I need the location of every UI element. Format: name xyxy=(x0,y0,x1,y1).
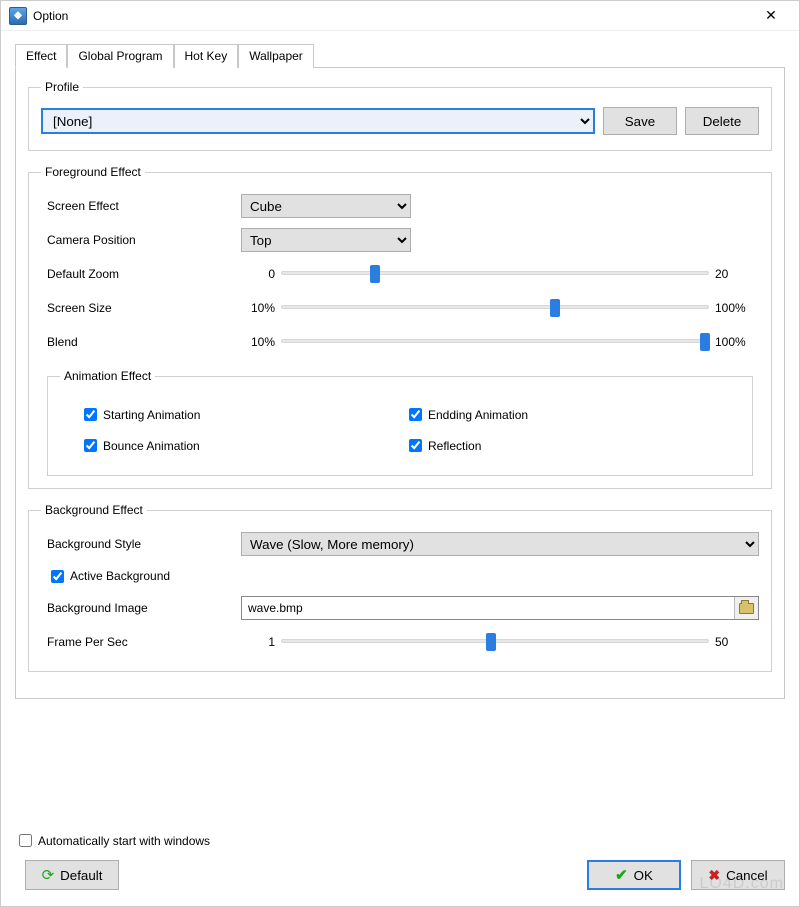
ending-animation-label: Endding Animation xyxy=(428,408,528,422)
camera-position-select[interactable]: Top xyxy=(241,228,411,252)
default-button-label: Default xyxy=(60,868,102,883)
open-folder-icon xyxy=(739,603,754,614)
client-area: Effect Global Program Hot Key Wallpaper … xyxy=(1,31,799,821)
animation-effect-legend: Animation Effect xyxy=(60,369,155,383)
dialog-footer: Automatically start with windows ⟳ Defau… xyxy=(1,821,799,906)
tab-global-program[interactable]: Global Program xyxy=(67,44,173,68)
default-button[interactable]: ⟳ Default xyxy=(25,860,119,890)
refresh-icon: ⟳ xyxy=(42,868,55,883)
blend-slider[interactable] xyxy=(281,331,709,353)
auto-start-label: Automatically start with windows xyxy=(38,834,210,848)
window-title: Option xyxy=(33,9,751,23)
fps-min: 1 xyxy=(241,635,281,649)
background-style-select[interactable]: Wave (Slow, More memory) xyxy=(241,532,759,556)
app-icon: ◆ xyxy=(9,7,27,25)
close-button[interactable]: ✕ xyxy=(751,7,791,24)
cancel-button[interactable]: ✖ Cancel xyxy=(691,860,785,890)
background-image-input[interactable] xyxy=(242,601,734,615)
default-zoom-label: Default Zoom xyxy=(41,267,241,281)
size-min: 10% xyxy=(241,301,281,315)
ending-animation-check[interactable]: Endding Animation xyxy=(405,405,730,424)
auto-start-row[interactable]: Automatically start with windows xyxy=(15,831,785,850)
reflection-check[interactable]: Reflection xyxy=(405,436,730,455)
ok-button-label: OK xyxy=(634,868,653,883)
screen-effect-label: Screen Effect xyxy=(41,199,241,213)
profile-legend: Profile xyxy=(41,80,83,94)
tab-panel-effect: Profile [None] Save Delete Foreground Ef… xyxy=(15,67,785,699)
foreground-effect-group: Foreground Effect Screen Effect Cube Cam… xyxy=(28,165,772,489)
tab-wallpaper[interactable]: Wallpaper xyxy=(238,44,314,68)
camera-position-label: Camera Position xyxy=(41,233,241,247)
ending-animation-checkbox[interactable] xyxy=(409,408,422,421)
active-background-label: Active Background xyxy=(70,569,170,583)
save-button[interactable]: Save xyxy=(603,107,677,135)
frame-per-sec-slider[interactable] xyxy=(281,631,709,653)
screen-size-label: Screen Size xyxy=(41,301,241,315)
tab-hot-key[interactable]: Hot Key xyxy=(174,44,239,68)
zoom-min: 0 xyxy=(241,267,281,281)
screen-effect-select[interactable]: Cube xyxy=(241,194,411,218)
bounce-animation-check[interactable]: Bounce Animation xyxy=(80,436,405,455)
background-effect-group: Background Effect Background Style Wave … xyxy=(28,503,772,672)
profile-select[interactable]: [None] xyxy=(41,108,595,134)
profile-group: Profile [None] Save Delete xyxy=(28,80,772,151)
screen-size-slider[interactable] xyxy=(281,297,709,319)
bounce-animation-checkbox[interactable] xyxy=(84,439,97,452)
check-icon: ✔ xyxy=(615,868,628,883)
reflection-label: Reflection xyxy=(428,439,481,453)
x-icon: ✖ xyxy=(708,868,720,882)
browse-image-button[interactable] xyxy=(734,597,758,619)
default-zoom-slider[interactable] xyxy=(281,263,709,285)
ok-button[interactable]: ✔ OK xyxy=(587,860,681,890)
option-dialog: ◆ Option ✕ Effect Global Program Hot Key… xyxy=(0,0,800,907)
auto-start-checkbox[interactable] xyxy=(19,834,32,847)
starting-animation-check[interactable]: Starting Animation xyxy=(80,405,405,424)
background-style-label: Background Style xyxy=(41,537,241,551)
blend-max: 100% xyxy=(709,335,759,349)
cancel-button-label: Cancel xyxy=(726,868,768,883)
starting-animation-checkbox[interactable] xyxy=(84,408,97,421)
starting-animation-label: Starting Animation xyxy=(103,408,200,422)
foreground-effect-legend: Foreground Effect xyxy=(41,165,145,179)
size-max: 100% xyxy=(709,301,759,315)
animation-effect-group: Animation Effect Starting Animation Endd… xyxy=(47,369,753,476)
background-image-field xyxy=(241,596,759,620)
zoom-max: 20 xyxy=(709,267,759,281)
background-image-label: Background Image xyxy=(41,601,241,615)
blend-min: 10% xyxy=(241,335,281,349)
background-effect-legend: Background Effect xyxy=(41,503,147,517)
active-background-checkbox[interactable] xyxy=(51,570,64,583)
tabs-header: Effect Global Program Hot Key Wallpaper xyxy=(15,44,785,68)
delete-button[interactable]: Delete xyxy=(685,107,759,135)
blend-label: Blend xyxy=(41,335,241,349)
tab-effect[interactable]: Effect xyxy=(15,44,67,68)
fps-max: 50 xyxy=(709,635,759,649)
reflection-checkbox[interactable] xyxy=(409,439,422,452)
frame-per-sec-label: Frame Per Sec xyxy=(41,635,241,649)
title-bar: ◆ Option ✕ xyxy=(1,1,799,31)
bounce-animation-label: Bounce Animation xyxy=(103,439,200,453)
